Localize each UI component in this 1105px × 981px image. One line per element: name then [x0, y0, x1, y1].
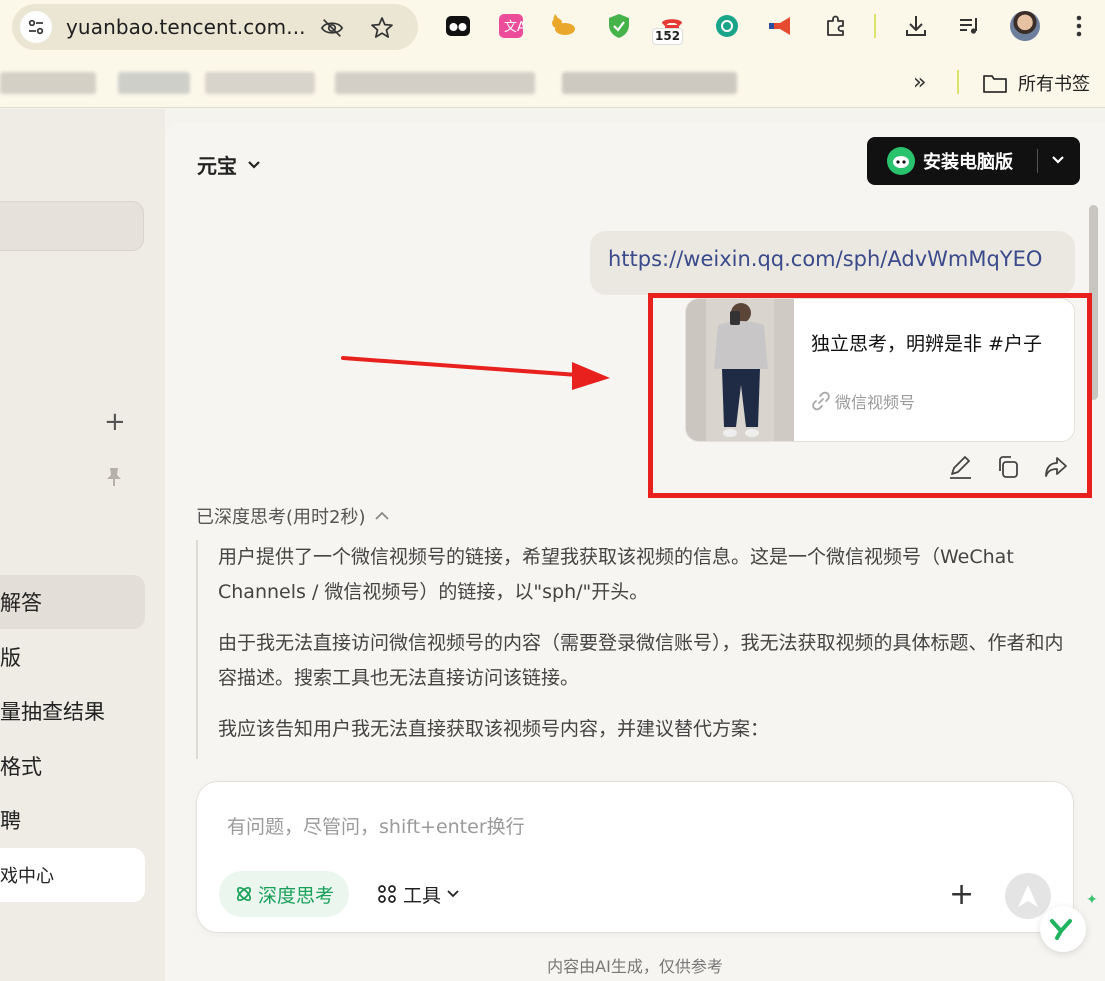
sidebar-chat-item[interactable]: 格式: [0, 739, 145, 793]
extension-shield-icon[interactable]: [604, 11, 634, 41]
thinking-content: 用户提供了一个微信视频号的链接，希望我获取该视频的信息。这是一个微信视频号（We…: [196, 540, 1076, 759]
bookmark-item-blurred[interactable]: [0, 72, 96, 94]
bookmarks-overflow-icon[interactable]: »: [913, 70, 926, 95]
model-selector[interactable]: 元宝: [197, 150, 261, 179]
star-bookmark-icon[interactable]: [370, 16, 394, 40]
url-text[interactable]: yuanbao.tencent.com...: [66, 15, 306, 39]
yuanbao-logo-icon: [887, 147, 915, 175]
sidebar-search[interactable]: [0, 201, 144, 251]
tools-grid-icon: [378, 885, 396, 903]
message-input[interactable]: 有问题，尽管问，shift+enter换行: [227, 812, 525, 839]
sidebar-chat-item[interactable]: 聘: [0, 793, 145, 847]
chevron-down-icon[interactable]: [1050, 152, 1066, 172]
send-button[interactable]: [1005, 873, 1051, 919]
extension-translate-icon[interactable]: 文A: [496, 11, 526, 41]
user-message-bubble[interactable]: https://weixin.qq.com/sph/AdvWmMqYEO: [590, 231, 1075, 295]
profile-avatar[interactable]: [1010, 11, 1040, 41]
extension-cat-icon[interactable]: [549, 11, 579, 41]
extension-megaphone-icon[interactable]: [766, 11, 796, 41]
chevron-down-icon: [248, 160, 260, 169]
download-icon[interactable]: [901, 11, 931, 41]
sidebar: + 解答 版 量抽查结果 格式 聘 戏中心: [0, 109, 165, 981]
deep-think-label: 深度思考: [257, 884, 334, 907]
extension-refresh-icon[interactable]: [712, 11, 742, 41]
sidebar-game-center[interactable]: 戏中心: [0, 848, 145, 902]
pin-icon[interactable]: [106, 467, 122, 491]
folder-icon: [983, 75, 1007, 93]
site-settings-icon[interactable]: [20, 11, 52, 43]
yuanbao-float-logo-icon[interactable]: [1040, 906, 1086, 952]
annotation-arrow: [341, 356, 610, 390]
install-desktop-label: 安装电脑版: [923, 152, 1013, 173]
thinking-toggle[interactable]: 已深度思考(用时2秒): [196, 503, 390, 529]
bookmark-item-blurred[interactable]: [205, 72, 315, 94]
message-composer[interactable]: 有问题，尽管问，shift+enter换行 深度思考 工具 +: [196, 781, 1074, 933]
attach-plus-icon[interactable]: +: [949, 880, 974, 910]
media-playlist-icon[interactable]: [955, 11, 985, 41]
sparkle-icon: ✦: [1086, 892, 1098, 908]
send-arrow-icon: [1018, 885, 1038, 907]
tools-label: 工具: [403, 884, 442, 907]
thinking-paragraph: 由于我无法直接访问微信视频号的内容（需要登录微信账号），我无法获取视频的具体标题…: [218, 632, 1064, 689]
thinking-paragraph: 我应该告知用户我无法直接获取该视频号内容，并建议替代方案：: [218, 718, 770, 740]
model-name: 元宝: [197, 154, 237, 178]
ai-disclaimer: 内容由AI生成，仅供参考: [547, 957, 723, 976]
deep-think-toggle[interactable]: 深度思考: [219, 871, 349, 917]
sidebar-chat-item[interactable]: 版: [0, 630, 145, 684]
tools-menu-button[interactable]: 工具: [377, 871, 459, 917]
bookmarks-separator: [957, 70, 959, 94]
bookmark-item-blurred[interactable]: [335, 72, 535, 94]
extension-badge: 152: [652, 28, 684, 45]
more-menu-icon[interactable]: [1064, 11, 1094, 41]
bookmark-item-blurred[interactable]: [118, 72, 190, 94]
puzzle-extensions-icon[interactable]: [821, 11, 851, 41]
sidebar-chat-item[interactable]: 量抽查结果: [0, 684, 145, 738]
all-bookmarks-folder[interactable]: 所有书签: [982, 70, 1090, 96]
all-bookmarks-label: 所有书签: [1018, 74, 1090, 95]
bookmark-item-blurred[interactable]: [562, 72, 737, 94]
button-divider: [1037, 149, 1038, 173]
annotation-highlight-box: [648, 293, 1092, 498]
chevron-down-icon: [447, 890, 459, 898]
new-chat-plus-icon[interactable]: +: [104, 409, 126, 435]
thinking-header: 已深度思考(用时2秒): [196, 507, 366, 528]
thinking-paragraph: 用户提供了一个微信视频号的链接，希望我获取该视频的信息。这是一个微信视频号（We…: [218, 546, 1014, 603]
extension-mask-icon[interactable]: [443, 11, 473, 41]
address-bar[interactable]: yuanbao.tencent.com...: [12, 4, 418, 50]
atom-icon: [236, 886, 252, 902]
install-desktop-button[interactable]: 安装电脑版: [867, 137, 1080, 185]
toolbar-separator: [874, 14, 876, 38]
chevron-up-icon: [374, 511, 389, 520]
eye-off-icon[interactable]: [320, 16, 344, 40]
svg-text:文A: 文A: [504, 20, 524, 35]
sidebar-chat-item[interactable]: 解答: [0, 575, 145, 629]
